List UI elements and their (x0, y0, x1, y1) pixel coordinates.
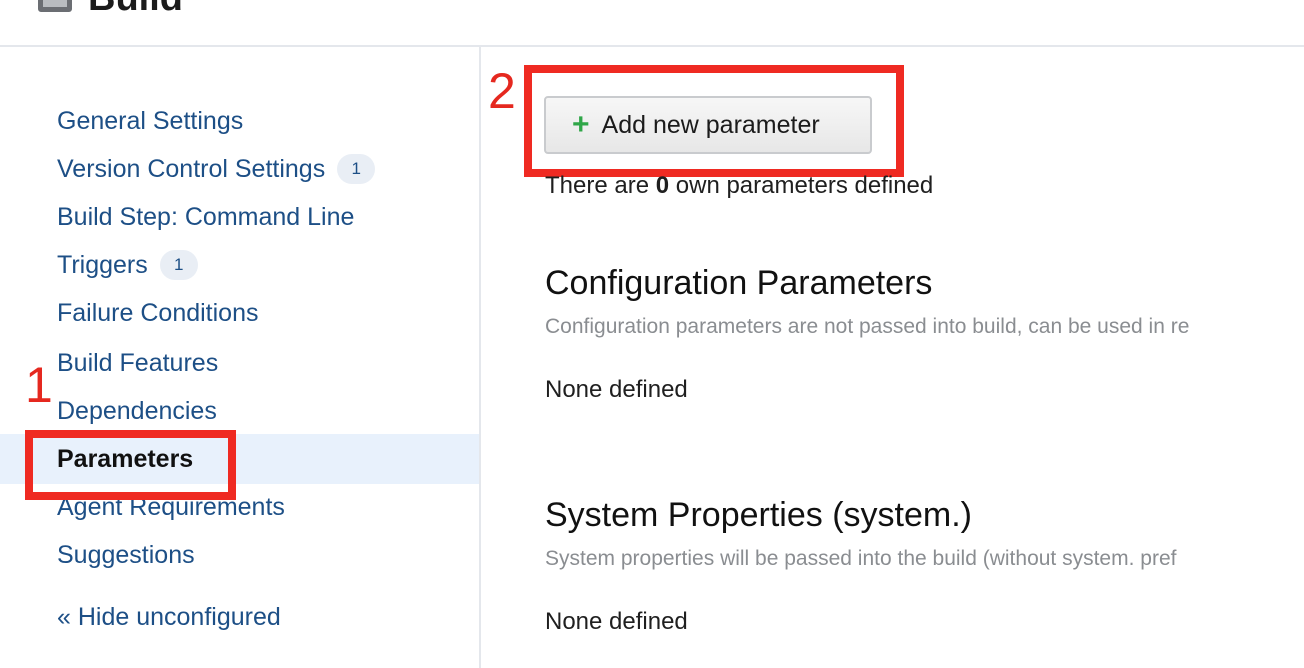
annotation-box-add-button (524, 65, 904, 177)
build-icon (38, 0, 72, 12)
sidebar-item-label: Version Control Settings (57, 155, 326, 183)
sidebar-item-version-control-settings[interactable]: Version Control Settings 1 (57, 154, 376, 184)
sidebar-item-general-settings[interactable]: General Settings (57, 106, 243, 136)
sidebar-item-label: Triggers (57, 251, 148, 279)
section-title-system-properties: System Properties (system.) (545, 496, 972, 534)
configuration-parameters-empty: None defined (545, 376, 688, 403)
page-title: Build (88, 0, 183, 18)
sidebar-item-build-features[interactable]: Build Features (57, 348, 218, 378)
sidebar-item-suggestions[interactable]: Suggestions (57, 540, 195, 570)
own-parameters-count: There are 0 own parameters defined (545, 172, 934, 199)
hide-unconfigured-label: « Hide unconfigured (57, 603, 281, 631)
sidebar-item-build-step[interactable]: Build Step: Command Line (57, 202, 354, 232)
annotation-number-2: 2 (488, 63, 516, 119)
sidebar-item-label: General Settings (57, 107, 244, 135)
count-badge: 1 (337, 154, 376, 184)
sidebar-item-failure-conditions[interactable]: Failure Conditions (57, 298, 259, 328)
sidebar-item-dependencies[interactable]: Dependencies (57, 396, 217, 426)
sidebar-item-label: Build Step: Command Line (57, 203, 355, 231)
system-properties-empty: None defined (545, 608, 688, 635)
sidebar-item-label: Suggestions (57, 541, 195, 569)
hide-unconfigured-link[interactable]: « Hide unconfigured (57, 602, 281, 632)
count-badge: 1 (159, 250, 198, 280)
own-parameters-number: 0 (655, 172, 670, 199)
sidebar-item-triggers[interactable]: Triggers 1 (57, 250, 198, 280)
sidebar-item-label: Build Features (57, 349, 219, 377)
annotation-number-1: 1 (25, 357, 53, 413)
section-description-system-properties: System properties will be passed into th… (545, 547, 1177, 570)
section-description-configuration-parameters: Configuration parameters are not passed … (545, 315, 1190, 338)
sidebar-item-label: Failure Conditions (57, 299, 259, 327)
sidebar-item-label: Dependencies (57, 397, 217, 425)
section-title-configuration-parameters: Configuration Parameters (545, 264, 933, 302)
page-header: Build (0, 0, 1304, 47)
annotation-box-parameters (25, 430, 236, 500)
